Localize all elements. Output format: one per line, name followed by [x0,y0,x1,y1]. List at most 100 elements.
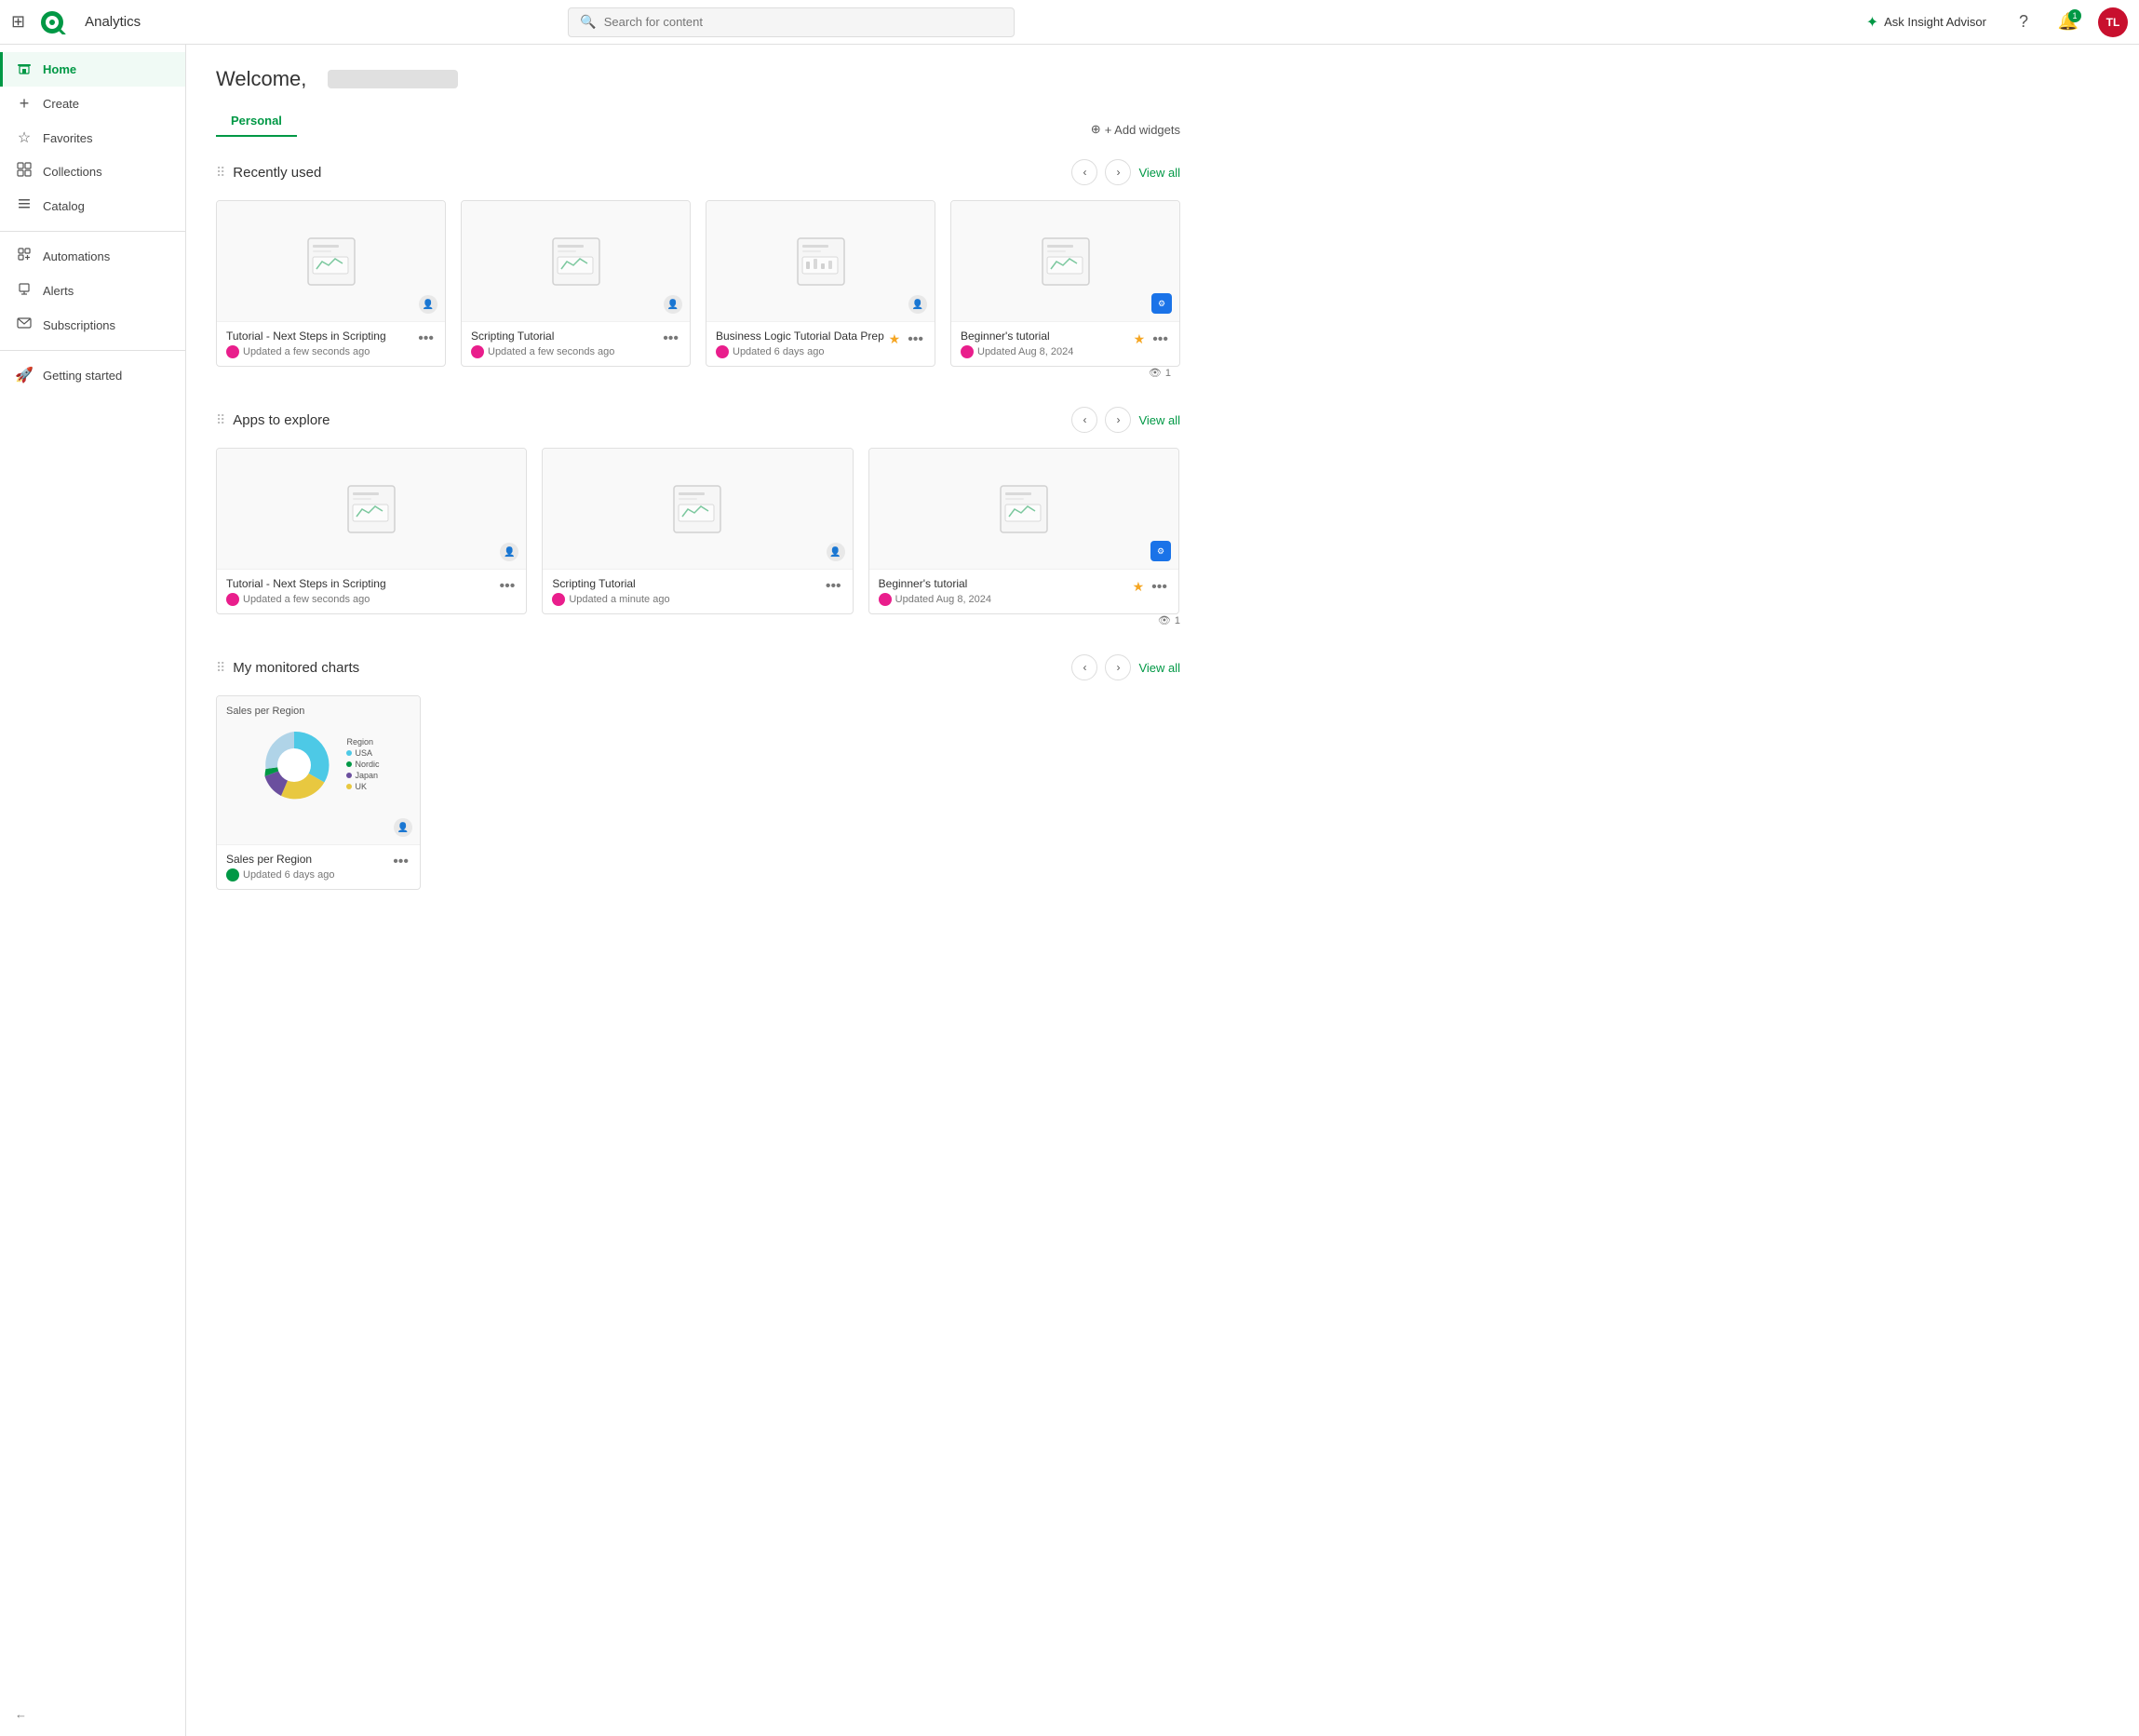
card-footer: Beginner's tutorial Updated Aug 8, 2024 … [951,322,1179,366]
sidebar-item-getting-started[interactable]: 🚀 Getting started [0,358,185,392]
drag-handle-icon: ⠿ [216,165,225,181]
sidebar-item-alerts[interactable]: Alerts [0,274,185,308]
recently-used-section: ⠿ Recently used ‹ › View all [216,159,1180,384]
monitored-charts-next-button[interactable]: › [1105,654,1131,680]
sidebar-item-alerts-label: Alerts [43,284,74,298]
card-star-button[interactable]: ★ [1132,330,1148,349]
favorites-icon: ☆ [15,128,34,147]
card-avatar [552,593,565,606]
card-star-button[interactable]: ★ [1131,577,1147,597]
app-icon [303,234,359,289]
card-more-button[interactable]: ••• [824,577,843,596]
sidebar-collapse-button[interactable]: ← [0,1700,185,1729]
help-button[interactable]: ? [2009,7,2038,37]
card-actions: ★ ••• [1132,330,1170,349]
collapse-icon: ← [15,1707,27,1721]
apps-to-explore-next-button[interactable]: › [1105,407,1131,433]
sidebar-item-catalog[interactable]: Catalog [0,189,185,223]
monitored-charts-prev-button[interactable]: ‹ [1071,654,1097,680]
sidebar-item-collections[interactable]: Collections [0,155,185,189]
card-more-button[interactable]: ••• [661,330,680,348]
app-icon [343,481,399,537]
card-meta: Updated a few seconds ago [471,345,661,358]
card-more-button[interactable]: ••• [498,577,518,596]
app-icon [548,234,604,289]
monitored-charts-view-all-button[interactable]: View all [1138,661,1180,675]
sidebar-item-home[interactable]: Home [0,52,185,87]
card-title: Business Logic Tutorial Data Prep [716,330,887,343]
insight-advisor-button[interactable]: ✦ Ask Insight Advisor [1859,9,1994,35]
sidebar-item-favorites-label: Favorites [43,131,92,145]
recently-used-prev-button[interactable]: ‹ [1071,159,1097,185]
card-actions: ••• [824,577,843,596]
search-bar: 🔍 [568,7,1015,37]
card-title: Beginner's tutorial [879,577,1131,590]
app-icon [793,234,849,289]
card-actions: ••• [391,853,410,871]
card-footer: Sales per Region Updated 6 days ago ••• [217,845,420,889]
recently-used-view-all-button[interactable]: View all [1138,166,1180,180]
recently-used-title-text: Recently used [233,165,321,181]
card-thumbnail: ⚙ [951,201,1179,322]
card-info: Beginner's tutorial Updated Aug 8, 2024 [961,330,1132,358]
getting-started-icon: 🚀 [15,366,34,384]
app-name: Analytics [85,14,141,30]
legend-item-japan: Japan [346,771,379,780]
recently-used-header: ⠿ Recently used ‹ › View all [216,159,1180,185]
card-title: Tutorial - Next Steps in Scripting [226,577,498,590]
tab-personal[interactable]: Personal [216,106,297,137]
sidebar-item-favorites[interactable]: ☆ Favorites [0,121,185,155]
legend-item-usa: USA [346,748,379,758]
apps-to-explore-title: ⠿ Apps to explore [216,412,330,428]
sidebar-item-getting-started-label: Getting started [43,369,122,383]
insight-advisor-label: Ask Insight Advisor [1884,15,1986,29]
card-more-button[interactable]: ••• [391,853,410,871]
apps-to-explore-title-text: Apps to explore [233,412,330,428]
card-thumbnail: Sales per Region [217,696,420,845]
notification-button[interactable]: 🔔 1 [2053,7,2083,37]
card-badge: 👤 [500,543,518,561]
search-input[interactable] [604,15,1003,29]
grid-icon[interactable]: ⊞ [11,12,25,32]
add-widgets-label: + Add widgets [1105,123,1180,137]
card-more-button[interactable]: ••• [416,330,436,348]
search-icon: 🔍 [580,14,596,30]
card-more-button[interactable]: ••• [1150,330,1170,349]
recently-used-title: ⠿ Recently used [216,165,321,181]
sidebar-divider [0,231,185,232]
sidebar-item-collections-label: Collections [43,165,102,179]
drag-handle-icon: ⠿ [216,660,225,676]
card-footer: Scripting Tutorial Updated a few seconds… [462,322,690,366]
drag-handle-icon: ⠿ [216,412,225,428]
apps-to-explore-view-all-button[interactable]: View all [1138,413,1180,427]
welcome-text: Welcome, [216,67,306,91]
sidebar-item-subscriptions[interactable]: Subscriptions [0,308,185,343]
monitored-charts-header: ⠿ My monitored charts ‹ › View all [216,654,1180,680]
card-thumbnail: 👤 [217,449,526,570]
apps-to-explore-section: ⠿ Apps to explore ‹ › View all [216,407,1180,632]
add-widgets-button[interactable]: ⊕ + Add widgets [1091,122,1180,137]
recently-used-card-2: 👤 Scripting Tutorial Updated a few secon… [461,200,691,367]
card-info: Tutorial - Next Steps in Scripting Updat… [226,577,498,606]
personal-tab-bar: Personal [216,106,297,137]
card-more-button[interactable]: ••• [906,330,925,349]
apps-to-explore-prev-button[interactable]: ‹ [1071,407,1097,433]
sidebar-item-automations[interactable]: Automations [0,239,185,274]
card-title: Sales per Region [226,853,391,866]
recently-used-views: 👁 1 [216,367,1180,384]
card-meta: Updated Aug 8, 2024 [879,593,1131,606]
recently-used-cards: 👤 Tutorial - Next Steps in Scripting Upd… [216,200,1180,367]
sidebar-item-create[interactable]: + Create [0,87,185,121]
avatar[interactable]: TL [2098,7,2128,37]
card-more-button[interactable]: ••• [1150,578,1169,597]
card-star-button[interactable]: ★ [887,330,903,349]
card-badge: ⚙ [1150,541,1171,561]
main-inner: Welcome, Personal ⊕ + Add widgets ⠿ [186,45,1210,912]
pie-legend: Region USA Nordic [346,737,379,793]
monitored-chart-card: Sales per Region [216,695,421,890]
monitored-charts-actions: ‹ › View all [1071,654,1180,680]
recently-used-next-button[interactable]: › [1105,159,1131,185]
welcome-title: Welcome, [216,67,1180,91]
views-count: 1 [1165,368,1171,379]
recently-used-card-4: ⚙ Beginner's tutorial Updated Aug 8, 202… [950,200,1180,367]
